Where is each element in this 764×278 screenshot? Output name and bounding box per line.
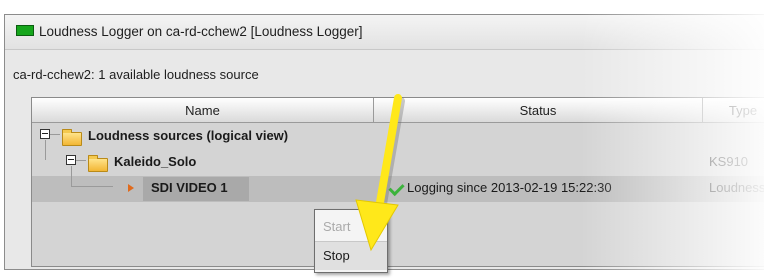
- row-name: Loudness sources (logical view): [88, 128, 289, 143]
- tree-connector: [50, 134, 60, 135]
- collapse-icon[interactable]: [40, 129, 50, 139]
- folder-icon: [88, 155, 108, 172]
- folder-icon: [62, 129, 82, 146]
- check-icon: [388, 179, 405, 197]
- row-name: Kaleido_Solo: [114, 154, 197, 169]
- sources-table: Name Status Type Loudness sources (logic…: [31, 97, 764, 267]
- source-summary: ca-rd-cchew2: 1 available loudness sourc…: [13, 67, 259, 82]
- row-name: SDI VIDEO 1: [151, 180, 228, 195]
- menu-item-start[interactable]: Start: [315, 213, 387, 241]
- row-status: Logging since 2013-02-19 15:22:30: [407, 180, 612, 195]
- table-row-selected[interactable]: SDI VIDEO 1 Logging since 2013-02-19 15:…: [32, 166, 764, 202]
- tree-connector: [76, 160, 86, 161]
- menu-item-label: Stop: [323, 248, 350, 263]
- row-type: Loudness: [709, 180, 764, 195]
- collapse-icon[interactable]: [66, 155, 76, 165]
- menu-item-label: Start: [323, 219, 351, 234]
- table-row[interactable]: Loudness sources (logical view): [32, 124, 764, 150]
- table-row[interactable]: Kaleido_Solo KS910: [32, 140, 764, 176]
- column-header-name[interactable]: Name: [32, 98, 374, 123]
- column-header-type[interactable]: Type: [703, 98, 764, 123]
- column-header-status[interactable]: Status: [374, 98, 703, 123]
- title-bar: Loudness Logger on ca-rd-cchew2 [Loudnes…: [5, 15, 764, 50]
- tree-connector: [45, 140, 46, 160]
- window-title: Loudness Logger on ca-rd-cchew2 [Loudnes…: [39, 24, 363, 39]
- tree-connector: [71, 186, 113, 187]
- tree-connector: [71, 166, 72, 186]
- audio-source-icon: [128, 184, 134, 192]
- row-type: KS910: [709, 154, 749, 169]
- context-menu: Start Stop: [314, 209, 388, 273]
- menu-item-stop[interactable]: Stop: [315, 241, 387, 270]
- green-monitor-icon: [16, 25, 34, 36]
